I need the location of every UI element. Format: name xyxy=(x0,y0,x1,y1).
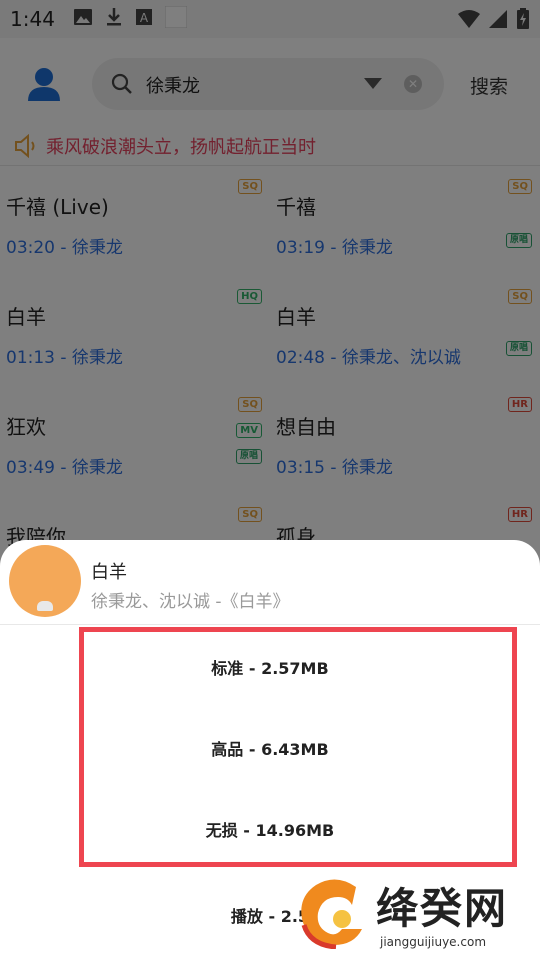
divider xyxy=(0,624,540,625)
watermark-name: 绛癸网 xyxy=(376,884,509,933)
cover-art-icon xyxy=(37,601,53,611)
watermark-url: jiangguijiuye.com xyxy=(380,935,487,949)
watermark: 绛癸网 jiangguijiuye.com xyxy=(296,873,540,960)
watermark-logo-icon xyxy=(296,875,370,950)
sheet-song-title: 白羊 xyxy=(91,562,127,583)
album-cover xyxy=(9,545,81,617)
sheet-song-subtitle: 徐秉龙、沈以诚 -《白羊》 xyxy=(91,592,290,612)
highlight-box xyxy=(79,627,517,867)
